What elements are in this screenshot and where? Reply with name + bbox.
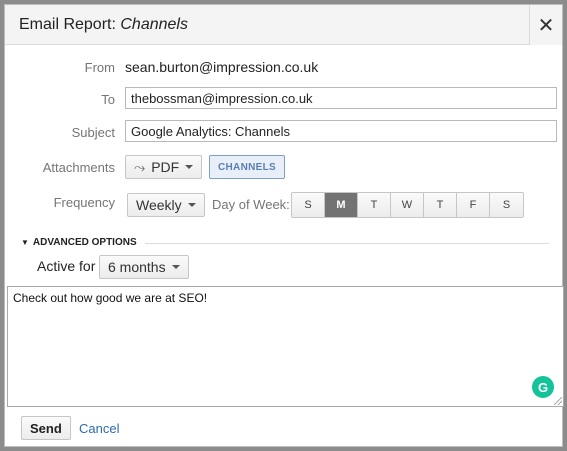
advanced-options-divider [145, 243, 549, 244]
day-button-thursday[interactable]: T [424, 193, 457, 217]
attachment-chip-channels[interactable]: CHANNELS [209, 155, 285, 179]
dialog-title-report: Channels [120, 16, 188, 33]
to-label: To [101, 92, 115, 107]
chevron-down-icon [171, 265, 180, 269]
dialog-title-prefix: Email Report: [19, 16, 121, 33]
active-for-value: 6 months [108, 259, 166, 275]
close-icon: ✕ [537, 14, 555, 37]
day-of-week-selector: SMTWTFS [291, 192, 524, 218]
resize-grip-icon[interactable] [554, 397, 562, 405]
attachment-format-dropdown[interactable]: ⤳ PDF [125, 155, 203, 179]
advanced-options-label: ADVANCED OPTIONS [32, 237, 137, 248]
dialog-titlebar: Email Report: Channels ✕ [5, 5, 562, 45]
frequency-value: Weekly [136, 197, 182, 213]
message-textarea[interactable]: Check out how good we are at SEO! G [7, 286, 564, 407]
to-field[interactable] [125, 87, 557, 109]
message-text: Check out how good we are at SEO! [13, 291, 208, 305]
day-of-week-label: Day of Week: [212, 197, 290, 212]
cancel-link[interactable]: Cancel [79, 421, 119, 436]
day-button-sunday[interactable]: S [292, 193, 325, 217]
frequency-label: Frequency [53, 195, 115, 210]
day-button-friday[interactable]: F [457, 193, 490, 217]
from-value: sean.burton@impression.co.uk [125, 59, 319, 75]
chevron-down-icon [185, 165, 194, 169]
close-button[interactable]: ✕ [529, 5, 562, 45]
advanced-options-toggle[interactable]: ▼ ADVANCED OPTIONS [21, 237, 137, 248]
chevron-down-icon [187, 203, 196, 207]
dialog-title: Email Report: Channels [19, 16, 188, 34]
subject-label: Subject [71, 125, 115, 140]
attachment-format-label: PDF [151, 159, 180, 175]
email-report-dialog: Email Report: Channels ✕ From sean.burto… [4, 4, 564, 447]
day-button-tuesday[interactable]: T [358, 193, 391, 217]
active-for-dropdown[interactable]: 6 months [99, 255, 189, 279]
send-button[interactable]: Send [21, 416, 71, 440]
triangle-down-icon: ▼ [21, 238, 29, 247]
subject-field[interactable] [125, 120, 557, 142]
from-label: From [84, 60, 115, 75]
day-button-saturday[interactable]: S [490, 193, 523, 217]
active-for-label: Active for [37, 258, 96, 274]
grammarly-icon[interactable]: G [532, 376, 554, 398]
attachments-label: Attachments [42, 160, 115, 175]
dialog-footer: Send Cancel [5, 407, 562, 446]
day-button-monday[interactable]: M [325, 193, 358, 217]
frequency-dropdown[interactable]: Weekly [127, 193, 205, 217]
pdf-icon: ⤳ [134, 158, 146, 175]
day-button-wednesday[interactable]: W [391, 193, 424, 217]
